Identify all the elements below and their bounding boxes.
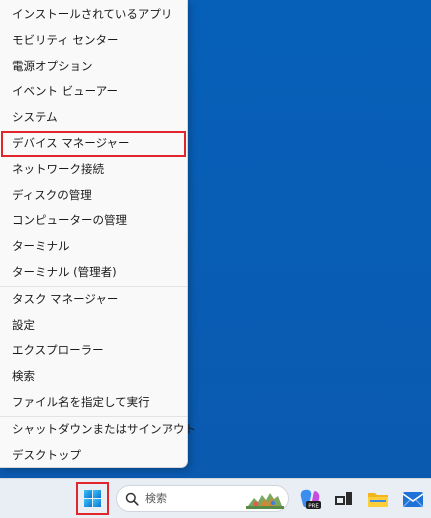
mail-icon[interactable] <box>401 487 425 511</box>
menu-item-installed-apps[interactable]: インストールされているアプリ <box>0 2 187 28</box>
menu-item-power-options[interactable]: 電源オプション <box>0 54 187 80</box>
menu-item-disk-management[interactable]: ディスクの管理 <box>0 183 187 209</box>
menu-item-file-explorer[interactable]: エクスプローラー <box>0 338 187 364</box>
menu-item-shutdown-signout[interactable]: シャットダウンまたはサインアウト › <box>0 417 196 443</box>
menu-item-terminal[interactable]: ターミナル <box>0 234 187 260</box>
taskbar-search-box[interactable]: 検索 <box>116 485 289 512</box>
menu-item-mobility-center[interactable]: モビリティ センター <box>0 28 187 54</box>
taskbar: 検索 PRE <box>0 478 431 518</box>
menu-item-desktop[interactable]: デスクトップ <box>0 443 187 469</box>
menu-item-run[interactable]: ファイル名を指定して実行 <box>0 390 187 416</box>
winx-context-menu: インストールされているアプリ モビリティ センター 電源オプション イベント ビ… <box>0 0 196 469</box>
svg-text:PRE: PRE <box>308 504 319 510</box>
menu-item-network-connections[interactable]: ネットワーク接続 <box>0 157 187 183</box>
menu-item-system[interactable]: システム <box>0 105 187 131</box>
menu-item-task-manager[interactable]: タスク マネージャー <box>0 287 187 313</box>
search-icon <box>125 492 139 506</box>
start-button[interactable] <box>76 482 109 515</box>
chevron-right-icon: › <box>168 421 173 436</box>
search-placeholder: 検索 <box>145 492 167 505</box>
copilot-icon[interactable]: PRE <box>298 487 322 511</box>
menu-item-terminal-admin[interactable]: ターミナル (管理者) <box>0 260 187 286</box>
menu-item-search[interactable]: 検索 <box>0 364 187 390</box>
menu-item-event-viewer[interactable]: イベント ビューアー <box>0 79 187 105</box>
file-explorer-icon[interactable] <box>366 487 390 511</box>
windows-start-icon <box>84 490 101 507</box>
search-highlight-illustration-icon <box>246 493 284 509</box>
task-view-icon[interactable] <box>331 487 355 511</box>
menu-item-computer-management[interactable]: コンピューターの管理 <box>0 208 187 234</box>
menu-item-settings[interactable]: 設定 <box>0 313 187 339</box>
menu-item-device-manager[interactable]: デバイス マネージャー <box>1 130 186 157</box>
